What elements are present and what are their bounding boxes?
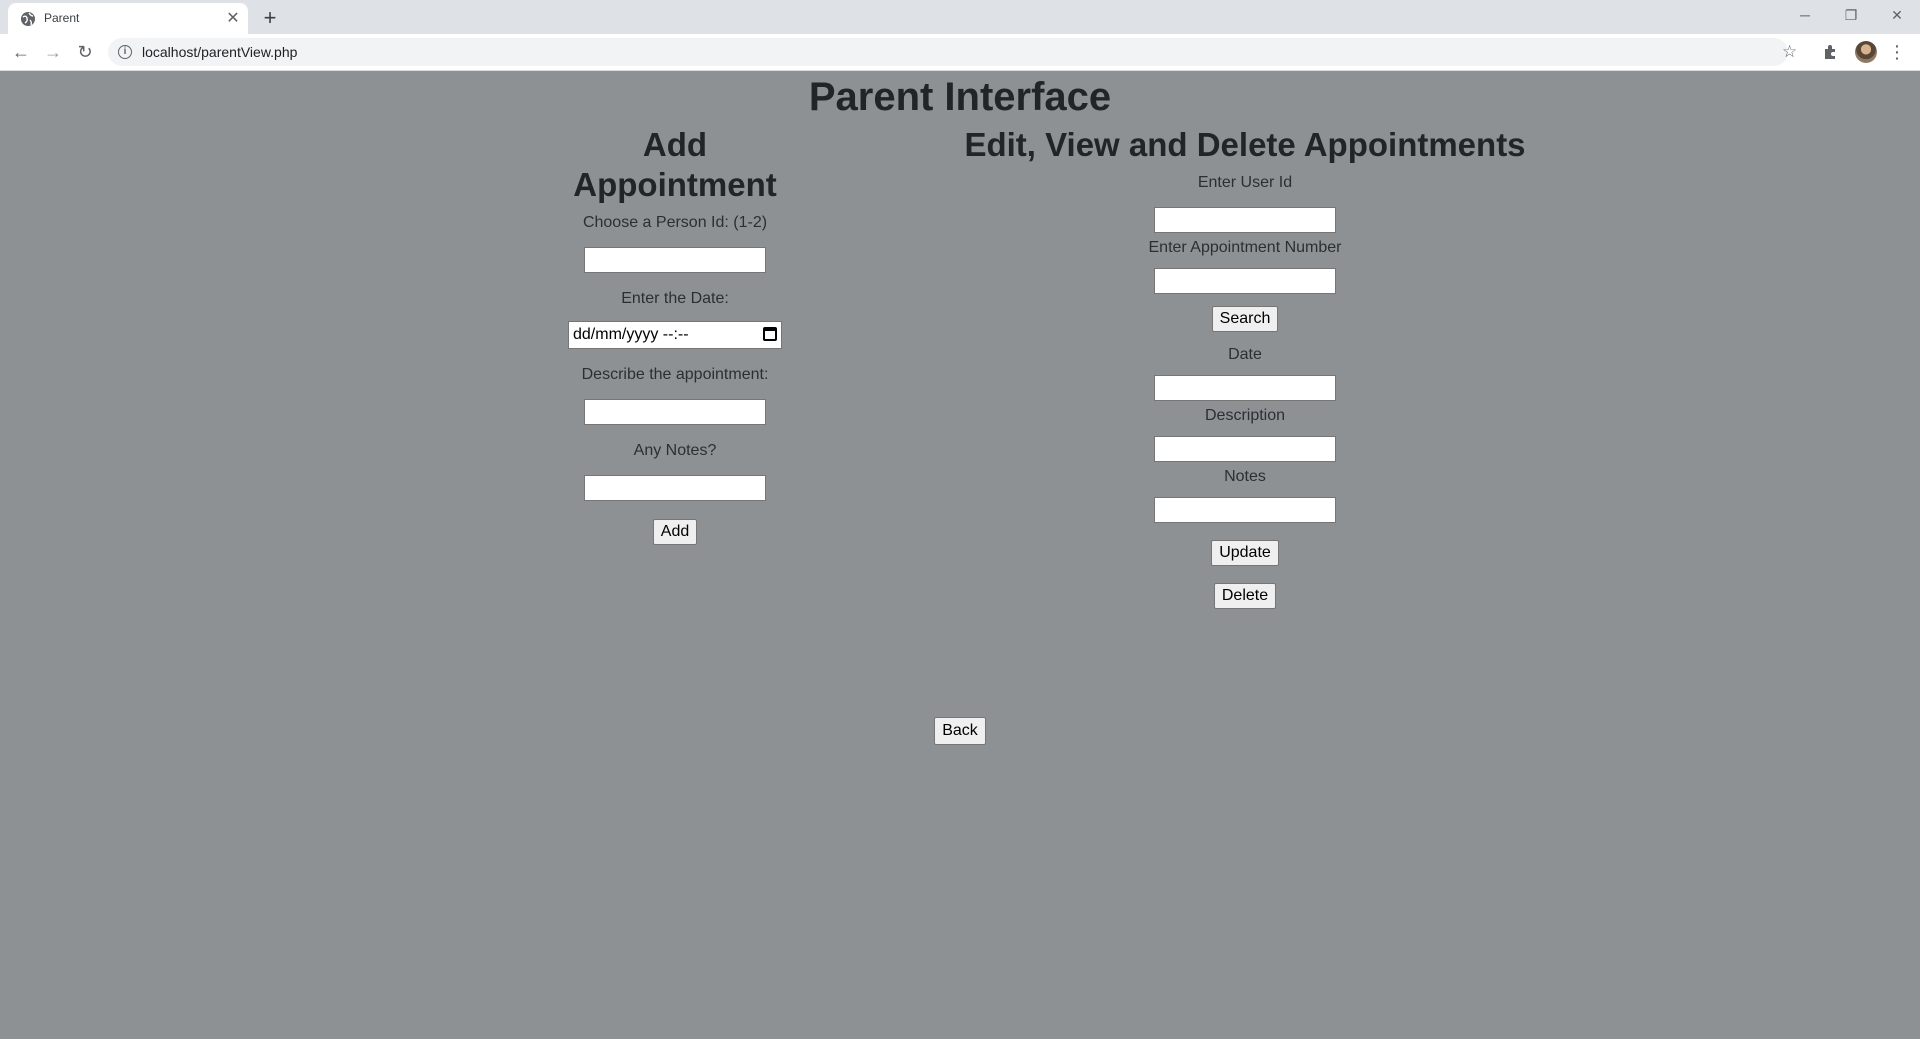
edit-description-label: Description: [1204, 407, 1286, 424]
browser-tab[interactable]: Parent ✕: [8, 3, 248, 34]
add-button[interactable]: Add: [652, 519, 698, 545]
close-tab-icon[interactable]: ✕: [224, 10, 242, 28]
calendar-icon[interactable]: [763, 327, 777, 341]
person-id-label: Choose a Person Id: (1-2): [582, 214, 768, 231]
search-button[interactable]: Search: [1211, 306, 1279, 332]
info-icon[interactable]: i: [118, 45, 132, 59]
describe-label: Describe the appointment:: [581, 366, 769, 383]
minimize-button[interactable]: ─: [1790, 4, 1820, 26]
add-appointment-heading: Add Appointment: [573, 126, 777, 203]
edit-description-input[interactable]: [1154, 436, 1336, 462]
appointment-number-input[interactable]: [1154, 268, 1336, 294]
tab-title: Parent: [44, 11, 80, 25]
profile-avatar[interactable]: [1855, 41, 1877, 63]
delete-button[interactable]: Delete: [1213, 583, 1277, 609]
tab-strip: Parent ✕ + ─ ❐ ✕: [0, 0, 1920, 34]
date-label: Enter the Date:: [621, 290, 729, 307]
notes-input[interactable]: [584, 475, 766, 501]
date-input[interactable]: dd/mm/yyyy --:--: [568, 321, 782, 349]
notes-label: Any Notes?: [633, 442, 717, 459]
edit-appointments-heading: Edit, View and Delete Appointments: [964, 126, 1526, 163]
browser-toolbar: ← → ↻ i localhost/parentView.php ☆ ⋮: [0, 34, 1920, 71]
bookmark-star-icon[interactable]: ☆: [1782, 42, 1797, 62]
page-title: Parent Interface: [808, 75, 1112, 119]
appointment-number-label: Enter Appointment Number: [1148, 239, 1342, 256]
restore-button[interactable]: ❐: [1836, 4, 1866, 26]
edit-appointments-section: Edit, View and Delete Appointments Enter…: [960, 125, 1530, 609]
more-menu-icon[interactable]: ⋮: [1888, 40, 1906, 64]
new-tab-button[interactable]: +: [258, 6, 282, 30]
person-id-input[interactable]: [584, 247, 766, 273]
back-arrow-icon[interactable]: ←: [9, 40, 33, 64]
update-button[interactable]: Update: [1211, 540, 1279, 566]
close-window-button[interactable]: ✕: [1882, 4, 1912, 26]
user-id-input[interactable]: [1154, 207, 1336, 233]
extensions-icon[interactable]: [1822, 43, 1840, 61]
reload-icon[interactable]: ↻: [73, 40, 97, 64]
back-row: Back: [0, 717, 1920, 745]
edit-date-input[interactable]: [1154, 375, 1336, 401]
forward-arrow-icon[interactable]: →: [41, 40, 65, 64]
edit-notes-input[interactable]: [1154, 497, 1336, 523]
date-placeholder: dd/mm/yyyy --:--: [573, 326, 689, 343]
edit-date-label: Date: [1228, 346, 1262, 363]
add-appointment-section: Add Appointment Choose a Person Id: (1-2…: [540, 125, 810, 545]
address-bar[interactable]: i localhost/parentView.php: [108, 38, 1788, 66]
user-id-label: Enter User Id: [1197, 174, 1293, 191]
globe-icon: [21, 12, 35, 26]
edit-notes-label: Notes: [1224, 468, 1266, 485]
back-button[interactable]: Back: [934, 717, 986, 745]
description-input[interactable]: [584, 399, 766, 425]
page-content: Parent Interface Add Appointment Choose …: [0, 71, 1920, 1039]
url-text[interactable]: localhost/parentView.php: [142, 44, 297, 60]
